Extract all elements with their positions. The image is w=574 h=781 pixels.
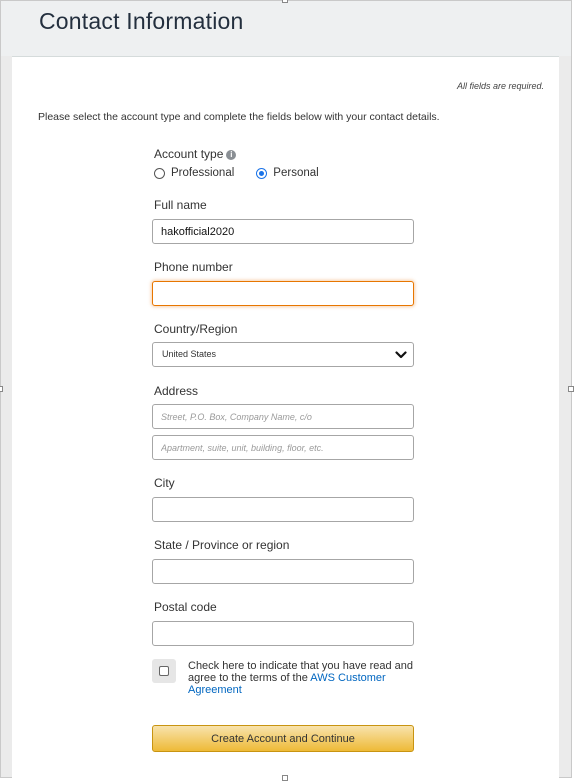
required-note: All fields are required. [456, 81, 544, 91]
radio-professional[interactable]: Professional [154, 167, 234, 179]
postal-code-input[interactable] [152, 621, 414, 646]
agreement-checkbox-wrap[interactable] [152, 659, 176, 683]
address-label: Address [154, 384, 199, 398]
page-title: Contact Information [39, 8, 244, 34]
resize-handle-left[interactable] [0, 386, 3, 392]
phone-input[interactable] [152, 281, 414, 306]
radio-personal[interactable]: Personal [256, 167, 319, 179]
account-type-label: Account type i [154, 147, 237, 161]
resize-handle-top[interactable] [282, 0, 288, 3]
radio-personal-button[interactable] [256, 167, 268, 179]
info-icon[interactable]: i [226, 150, 237, 160]
radio-professional-label: Professional [171, 167, 235, 179]
agreement-text: Check here to indicate that you have rea… [188, 660, 423, 696]
create-account-button[interactable]: Create Account and Continue [152, 725, 414, 752]
agreement-checkbox[interactable] [159, 666, 169, 676]
account-type-radio-group: Professional Personal [154, 167, 319, 179]
radio-personal-label: Personal [273, 167, 319, 179]
address-line2-input[interactable] [152, 435, 414, 460]
phone-label: Phone number [154, 260, 233, 274]
country-selected-value: United States [162, 349, 217, 359]
full-name-input[interactable] [152, 219, 414, 244]
country-label: Country/Region [154, 322, 238, 336]
form-intro: Please select the account type and compl… [38, 111, 440, 123]
resize-handle-bottom[interactable] [282, 775, 288, 781]
country-select[interactable]: United States [152, 342, 414, 367]
city-input[interactable] [152, 497, 414, 522]
state-label: State / Province or region [154, 538, 290, 552]
chevron-down-icon [395, 351, 407, 359]
postal-code-label: Postal code [154, 600, 217, 614]
account-type-label-text: Account type [154, 147, 224, 161]
full-name-label: Full name [154, 198, 207, 212]
state-input[interactable] [152, 559, 414, 584]
radio-professional-button[interactable] [154, 167, 165, 179]
resize-handle-right[interactable] [568, 386, 574, 392]
city-label: City [154, 476, 175, 490]
address-line1-input[interactable] [152, 404, 414, 429]
